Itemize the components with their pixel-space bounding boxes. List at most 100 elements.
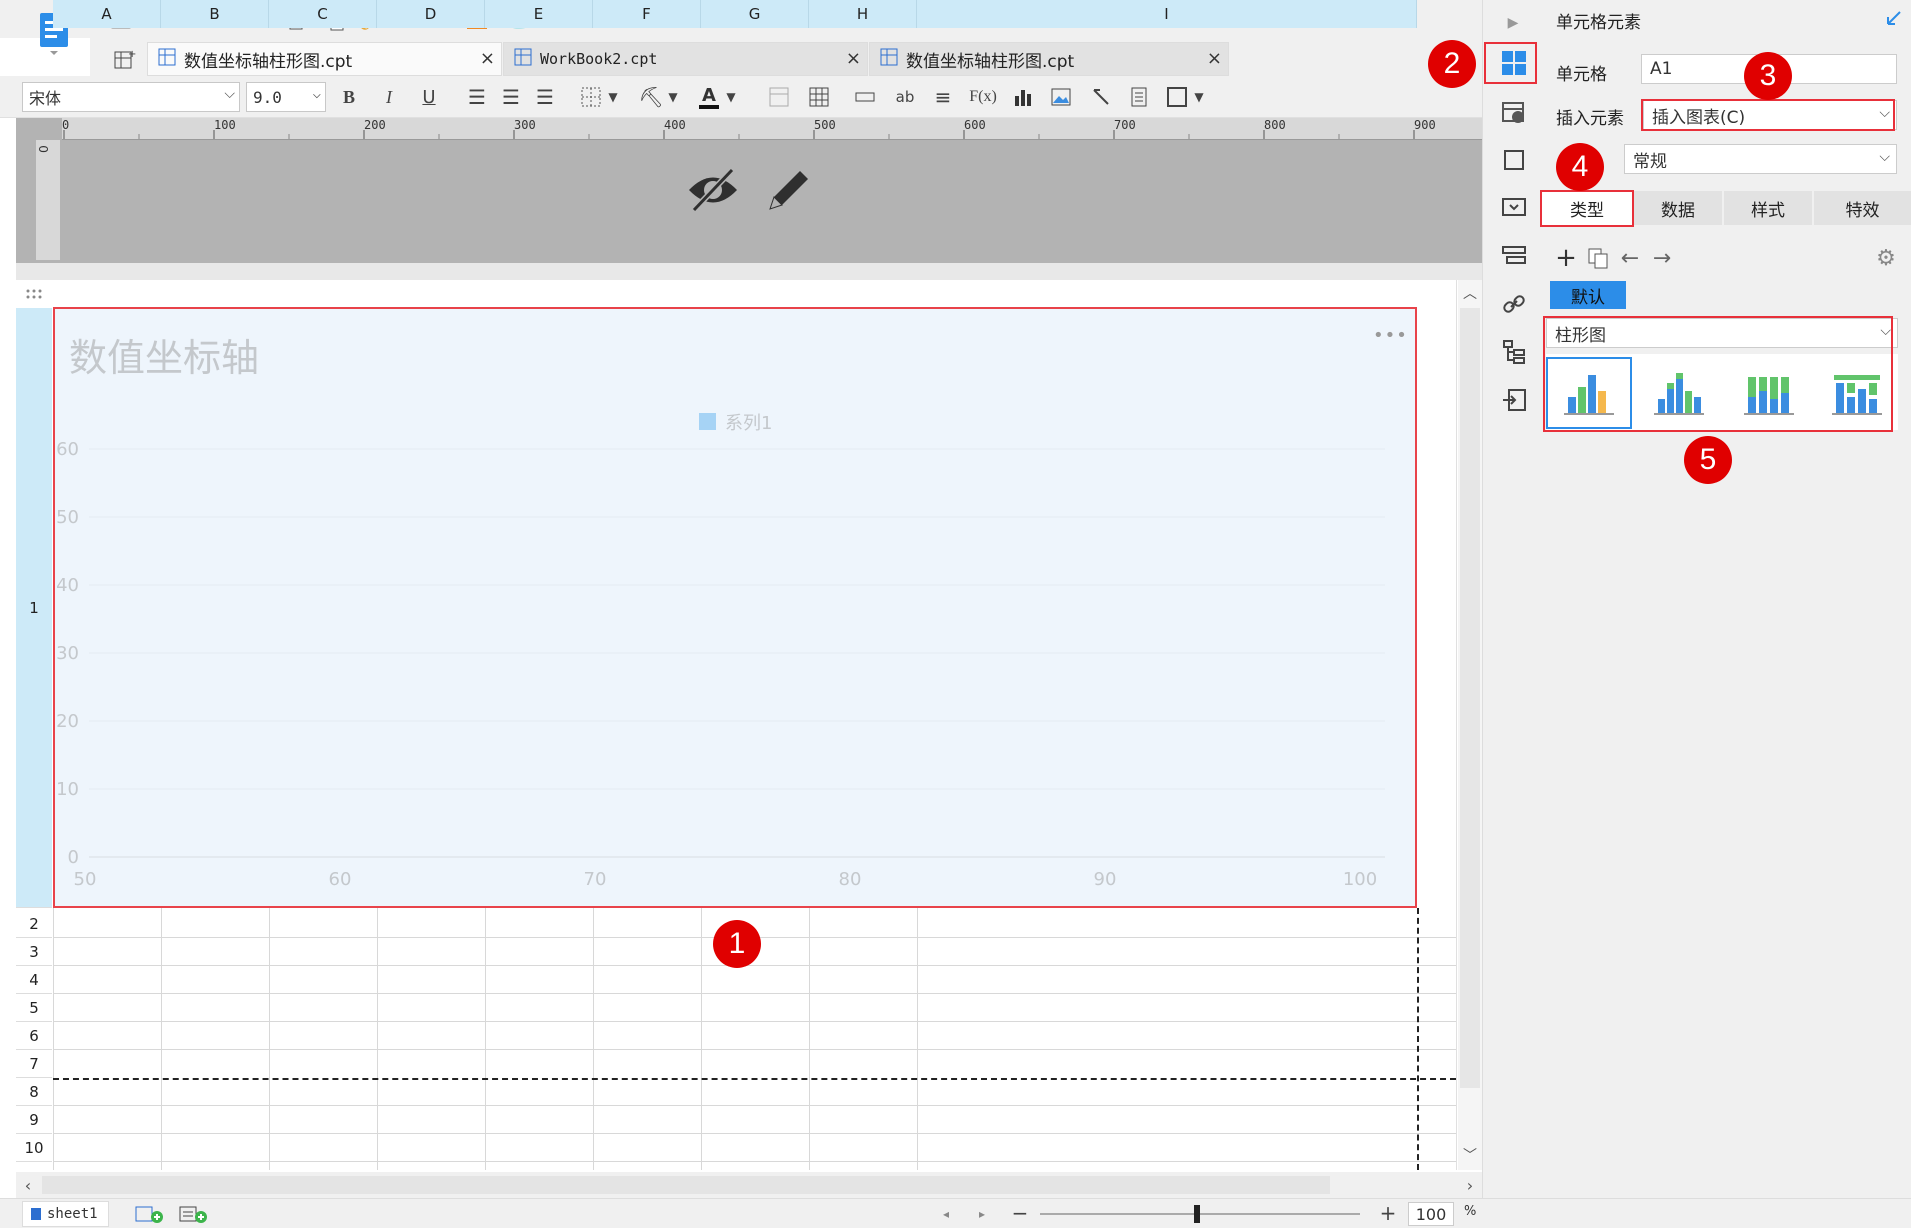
zoom-out-icon[interactable]: − <box>1010 1201 1030 1225</box>
expand-arrow-icon[interactable]: ▶ <box>1503 12 1523 34</box>
eye-slash-icon[interactable] <box>684 162 742 218</box>
column-header-e[interactable]: E <box>485 0 593 28</box>
table-icon[interactable] <box>806 84 832 110</box>
merge-cells-icon[interactable] <box>766 84 792 110</box>
chart-style-select[interactable]: 常规 ⌵ <box>1624 144 1897 174</box>
column-header-d[interactable]: D <box>377 0 485 28</box>
tab-workbook-2[interactable]: WorkBook2.cpt × <box>503 42 868 76</box>
tab-workbook-3[interactable]: 数值坐标轴柱形图.cpt × <box>869 42 1229 76</box>
paragraph-icon[interactable]: ≡ <box>930 84 956 110</box>
caret-down-icon[interactable]: ▼ <box>724 84 738 110</box>
close-icon[interactable]: × <box>1207 48 1222 69</box>
column-header-i[interactable]: I <box>917 0 1417 28</box>
row-header-5[interactable]: 5 <box>16 994 52 1022</box>
row-header-9[interactable]: 9 <box>16 1106 52 1134</box>
gear-icon[interactable]: ⚙ <box>1872 244 1900 272</box>
align-right-icon[interactable]: ☰ <box>532 84 558 110</box>
zoom-unit: % <box>1464 1204 1477 1219</box>
row-header-3[interactable]: 3 <box>16 938 52 966</box>
border-icon[interactable] <box>578 84 604 110</box>
insert-element-label: 插入元素 <box>1556 109 1624 129</box>
align-left-icon[interactable]: ☰ <box>464 84 490 110</box>
column-header-f[interactable]: F <box>593 0 701 28</box>
column-header-b[interactable]: B <box>161 0 269 28</box>
row-header-4[interactable]: 4 <box>16 966 52 994</box>
scroll-thumb[interactable] <box>42 1176 1330 1194</box>
text-field-icon[interactable] <box>852 84 878 110</box>
caret-down-icon[interactable]: ▼ <box>606 84 620 110</box>
close-icon[interactable]: × <box>846 48 861 69</box>
tab-data[interactable]: 数据 <box>1634 191 1722 225</box>
zoom-slider-handle[interactable] <box>1194 1205 1200 1223</box>
image-icon[interactable] <box>1048 84 1074 110</box>
bold-button[interactable]: B <box>336 84 362 110</box>
condition-attribute-icon[interactable] <box>1497 239 1531 273</box>
chart-cell-a1[interactable]: 数值坐标轴 ••• 系列1 0 10 20 30 40 50 60 50 60 70 80 90 100 <box>53 307 1417 908</box>
column-header-c[interactable]: C <box>269 0 377 28</box>
formula-icon[interactable]: F(x) <box>968 84 998 110</box>
caret-down-icon[interactable]: ▼ <box>666 84 680 110</box>
cell-attribute-icon[interactable] <box>1497 96 1531 130</box>
scroll-left-icon[interactable]: ◂ <box>938 1203 954 1225</box>
font-color-icon[interactable]: A <box>696 82 722 112</box>
arrow-left-icon[interactable]: ← <box>1616 244 1644 272</box>
slash-icon[interactable] <box>1088 84 1114 110</box>
underline-button[interactable]: U <box>416 84 442 110</box>
caret-down-icon[interactable]: ▼ <box>1192 84 1206 110</box>
row-header-8[interactable]: 8 <box>16 1078 52 1106</box>
new-sheet-icon[interactable]: + <box>112 46 138 72</box>
italic-button[interactable]: I <box>376 84 402 110</box>
collapse-arrow-icon[interactable] <box>1882 6 1906 30</box>
tree-structure-icon[interactable] <box>1497 335 1531 369</box>
hyperlink-icon[interactable] <box>1497 287 1531 321</box>
row-header-7[interactable]: 7 <box>16 1050 52 1078</box>
document-tabs: + 数值坐标轴柱形图.cpt × WorkBook2.cpt × 数值坐标轴柱形… <box>90 38 1482 76</box>
step-badge-3: 3 <box>1744 52 1792 100</box>
grid-line <box>53 1105 1456 1106</box>
chevron-right-icon[interactable]: › <box>1460 1174 1480 1196</box>
import-icon[interactable] <box>1497 383 1531 417</box>
align-center-icon[interactable]: ☰ <box>498 84 524 110</box>
frame-icon[interactable] <box>1164 84 1190 110</box>
font-name-select[interactable]: 宋体 ⌵ <box>22 82 240 112</box>
zoom-in-icon[interactable]: + <box>1378 1201 1398 1225</box>
column-header-h[interactable]: H <box>809 0 917 28</box>
default-button[interactable]: 默认 <box>1550 281 1626 309</box>
tab-style[interactable]: 样式 <box>1724 191 1812 225</box>
add-sheet-icon[interactable] <box>134 1202 166 1226</box>
fill-color-icon[interactable]: ⛏ <box>638 84 664 110</box>
tab-workbook-1[interactable]: 数值坐标轴柱形图.cpt × <box>147 42 502 76</box>
tab-label: 数值坐标轴柱形图.cpt <box>184 51 353 72</box>
chevron-left-icon[interactable]: ‹ <box>18 1174 38 1196</box>
select-all-icon[interactable] <box>16 280 52 308</box>
add-icon[interactable]: + <box>1552 243 1580 273</box>
bar-chart-icon[interactable] <box>1010 84 1036 110</box>
horizontal-scrollbar[interactable]: ‹ › <box>16 1172 1482 1198</box>
chevron-up-icon[interactable]: ︿ <box>1458 280 1482 306</box>
tab-effects[interactable]: 特效 <box>1814 191 1911 225</box>
row-header-1[interactable]: 1 <box>16 308 52 908</box>
widget-icon[interactable] <box>1497 191 1531 225</box>
row-header-10[interactable]: 10 <box>16 1134 52 1162</box>
scroll-thumb[interactable] <box>1460 308 1480 1088</box>
sheet-tab[interactable]: sheet1 <box>22 1201 109 1227</box>
vertical-scrollbar[interactable]: ︿ ﹀ <box>1458 280 1482 1170</box>
scroll-right-icon[interactable]: ▸ <box>974 1203 990 1225</box>
column-header-g[interactable]: G <box>701 0 809 28</box>
close-icon[interactable]: × <box>480 48 495 69</box>
add-report-icon[interactable] <box>178 1202 210 1226</box>
copy-icon[interactable] <box>1584 244 1612 272</box>
rich-text-icon[interactable]: ab <box>892 84 918 110</box>
zoom-input[interactable]: 100 <box>1408 1202 1454 1226</box>
row-header-2[interactable]: 2 <box>16 910 52 938</box>
float-element-icon[interactable] <box>1497 143 1531 177</box>
font-size-select[interactable]: 9.0 ⌵ <box>246 82 326 112</box>
sub-report-icon[interactable] <box>1126 84 1152 110</box>
arrow-right-icon[interactable]: → <box>1648 244 1676 272</box>
row-header-6[interactable]: 6 <box>16 1022 52 1050</box>
column-header-a[interactable]: A <box>53 0 161 28</box>
grid-line <box>53 1133 1456 1134</box>
pencil-icon[interactable] <box>758 162 816 218</box>
chevron-down-icon[interactable]: ﹀ <box>1458 1142 1482 1168</box>
zoom-slider[interactable] <box>1040 1213 1360 1215</box>
